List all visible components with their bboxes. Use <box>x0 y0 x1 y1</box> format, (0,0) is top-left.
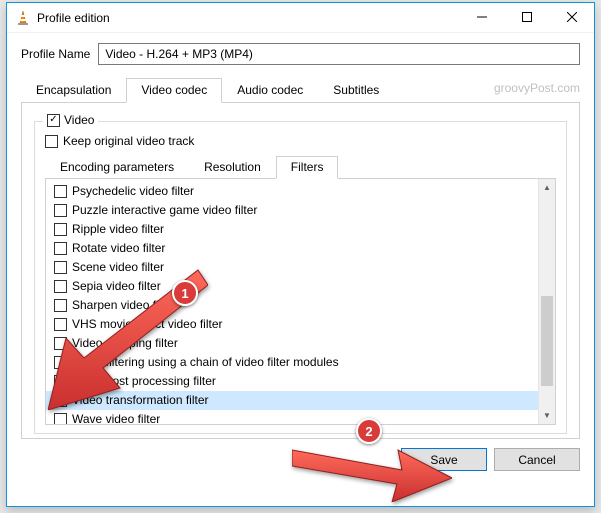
profile-name-label: Profile Name <box>21 47 90 61</box>
filter-checkbox[interactable] <box>54 375 67 388</box>
titlebar: Profile edition <box>7 3 594 33</box>
filter-label: Puzzle interactive game video filter <box>72 202 257 219</box>
video-checkbox[interactable]: ✓ <box>47 114 60 127</box>
filters-box: Psychedelic video filter Puzzle interacti… <box>45 179 556 425</box>
video-fieldset: ✓ Video Keep original video track Encodi… <box>34 121 567 434</box>
tab-audio-codec[interactable]: Audio codec <box>222 78 318 103</box>
scroll-thumb[interactable] <box>541 296 553 386</box>
maximize-button[interactable] <box>504 3 549 32</box>
filter-item[interactable]: Video filtering using a chain of video f… <box>46 353 538 372</box>
filter-item[interactable]: Scene video filter <box>46 258 538 277</box>
filter-item[interactable]: Ripple video filter <box>46 220 538 239</box>
tab-subtitles[interactable]: Subtitles <box>318 78 394 103</box>
keep-original-checkbox[interactable] <box>45 135 58 148</box>
window-title: Profile edition <box>37 11 110 25</box>
filter-item[interactable]: Psychedelic video filter <box>46 182 538 201</box>
filter-label: Scene video filter <box>72 259 164 276</box>
filter-item[interactable]: Sharpen video filter <box>46 296 538 315</box>
scroll-up-button[interactable]: ▲ <box>539 179 555 196</box>
filter-checkbox[interactable] <box>54 223 67 236</box>
filter-checkbox[interactable] <box>54 280 67 293</box>
window-controls <box>459 3 594 33</box>
filter-checkbox[interactable]: ✓ <box>54 394 67 407</box>
filter-label: Ripple video filter <box>72 221 164 238</box>
filter-checkbox[interactable] <box>54 299 67 312</box>
video-legend-label: Video <box>64 113 94 127</box>
profile-name-input[interactable] <box>98 43 580 65</box>
filter-label: Video post processing filter <box>72 373 216 390</box>
filter-item[interactable]: VHS movie effect video filter <box>46 315 538 334</box>
filter-item[interactable]: Wave video filter <box>46 410 538 424</box>
filter-checkbox[interactable] <box>54 337 67 350</box>
save-button[interactable]: Save <box>401 448 487 471</box>
filter-label: Video filtering using a chain of video f… <box>72 354 339 371</box>
filter-checkbox[interactable] <box>54 261 67 274</box>
minimize-button[interactable] <box>459 3 504 32</box>
filters-list[interactable]: Psychedelic video filter Puzzle interacti… <box>46 179 538 424</box>
scroll-down-button[interactable]: ▼ <box>539 407 555 424</box>
filter-checkbox[interactable] <box>54 318 67 331</box>
filter-label: Psychedelic video filter <box>72 183 194 200</box>
tab-resolution[interactable]: Resolution <box>189 156 276 179</box>
filter-checkbox[interactable] <box>54 185 67 198</box>
vlc-cone-icon <box>15 10 31 26</box>
filter-item[interactable]: ✓ Video transformation filter <box>46 391 538 410</box>
video-codec-panel: ✓ Video Keep original video track Encodi… <box>21 103 580 439</box>
codec-tabs: Encapsulation Video codec Audio codec Su… <box>21 77 580 103</box>
filter-label: Wave video filter <box>72 411 160 424</box>
dialog-buttons: Save Cancel <box>21 448 580 471</box>
tab-encoding-parameters[interactable]: Encoding parameters <box>45 156 189 179</box>
filter-label: Sharpen video filter <box>72 297 175 314</box>
scrollbar[interactable]: ▲ ▼ <box>538 179 555 424</box>
keep-original-label: Keep original video track <box>63 134 194 148</box>
filter-checkbox[interactable] <box>54 413 67 424</box>
close-button[interactable] <box>549 3 594 32</box>
profile-name-row: Profile Name <box>21 43 580 65</box>
scroll-track[interactable] <box>539 196 555 407</box>
filter-label: Video transformation filter <box>72 392 209 409</box>
video-legend: ✓ Video <box>43 113 98 127</box>
tab-filters[interactable]: Filters <box>276 156 339 179</box>
filter-label: Rotate video filter <box>72 240 165 257</box>
filter-item[interactable]: Rotate video filter <box>46 239 538 258</box>
filter-checkbox[interactable] <box>54 242 67 255</box>
filter-label: VHS movie effect video filter <box>72 316 223 333</box>
filter-checkbox[interactable] <box>54 204 67 217</box>
filter-item[interactable]: Video cropping filter <box>46 334 538 353</box>
dialog-content: Profile Name Encapsulation Video codec A… <box>7 33 594 485</box>
filter-label: Sepia video filter <box>72 278 161 295</box>
filter-label: Video cropping filter <box>72 335 178 352</box>
dialog-window: Profile edition Profile Name Encapsulati… <box>6 2 595 507</box>
keep-original-row: Keep original video track <box>45 134 556 148</box>
watermark-text: groovyPost.com <box>494 81 580 95</box>
filter-item[interactable]: Sepia video filter <box>46 277 538 296</box>
filter-checkbox[interactable] <box>54 356 67 369</box>
tab-encapsulation[interactable]: Encapsulation <box>21 78 126 103</box>
filter-item[interactable]: Video post processing filter <box>46 372 538 391</box>
video-inner-tabs: Encoding parameters Resolution Filters <box>45 155 556 179</box>
tab-video-codec[interactable]: Video codec <box>126 78 222 103</box>
filter-item[interactable]: Puzzle interactive game video filter <box>46 201 538 220</box>
cancel-button[interactable]: Cancel <box>494 448 580 471</box>
